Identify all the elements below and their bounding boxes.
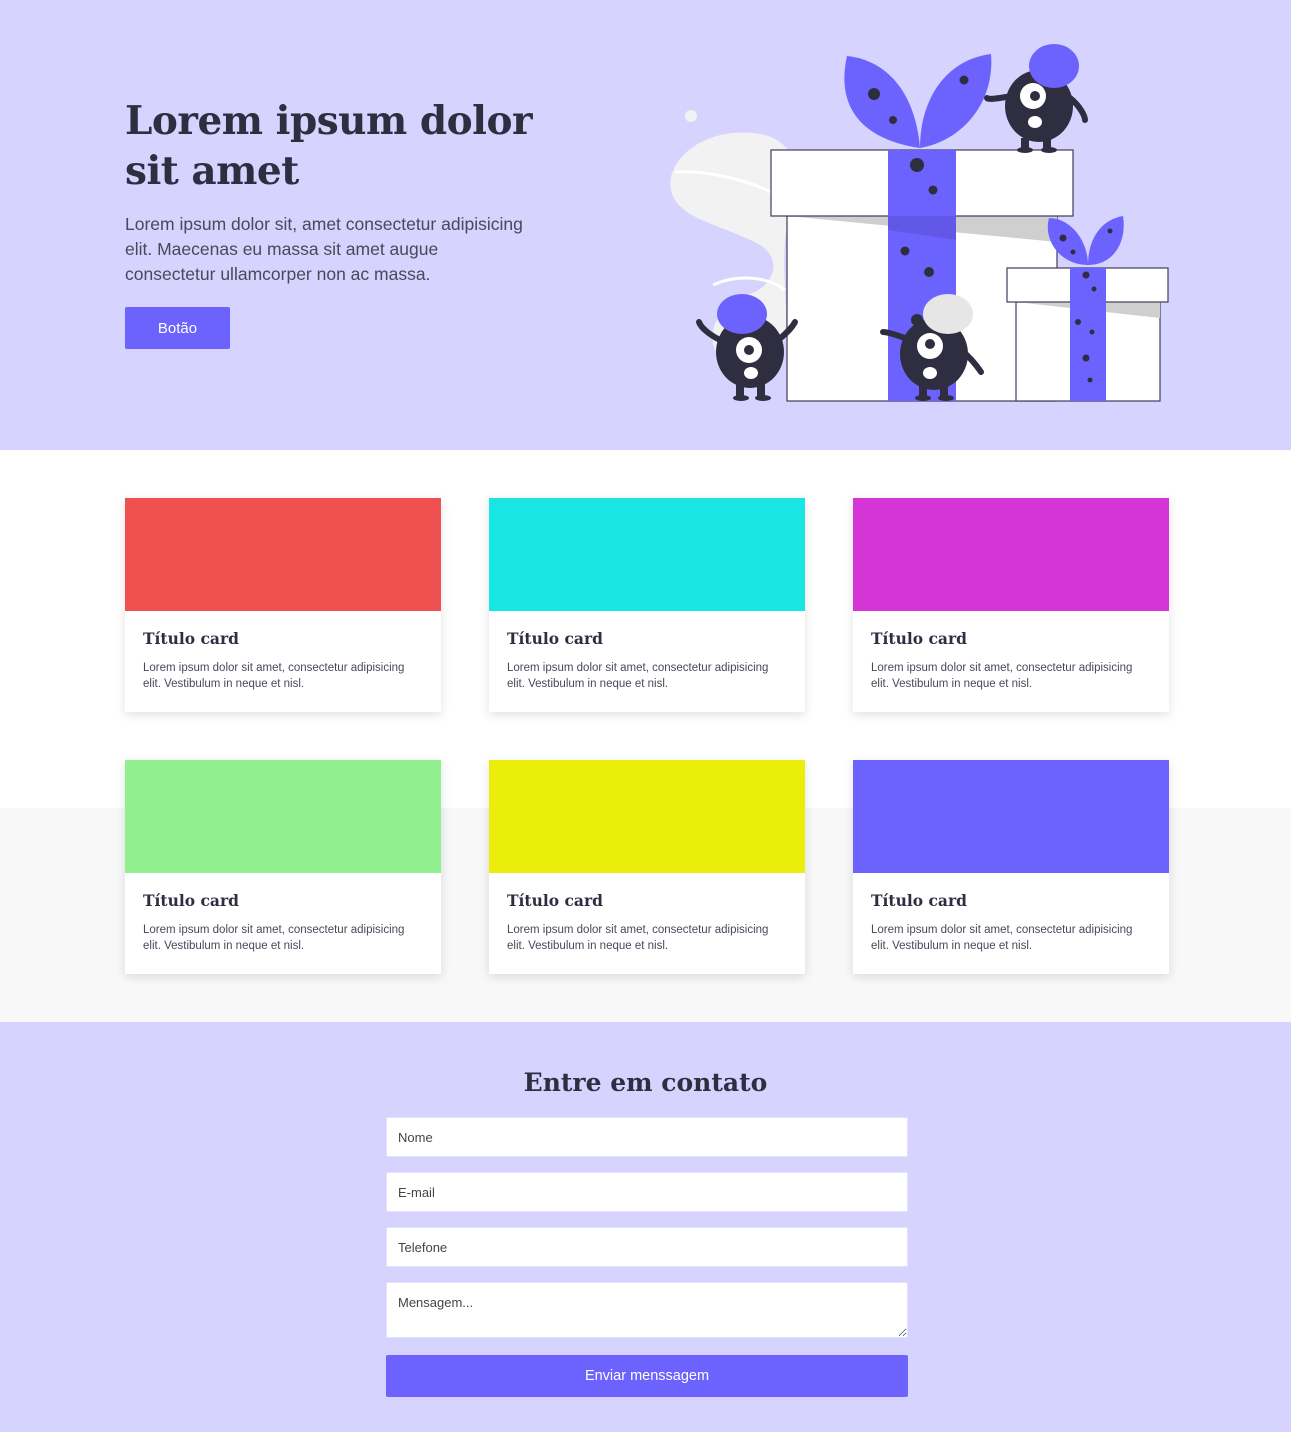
card[interactable]: Título card Lorem ipsum dolor sit amet, … bbox=[125, 760, 441, 974]
card-color-block bbox=[125, 760, 441, 873]
contact-title: Entre em contato bbox=[523, 1068, 768, 1097]
email-field[interactable] bbox=[386, 1172, 908, 1212]
card-text: Lorem ipsum dolor sit amet, consectetur … bbox=[871, 662, 1133, 690]
card[interactable]: Título card Lorem ipsum dolor sit amet, … bbox=[125, 498, 441, 712]
card-text: Lorem ipsum dolor sit amet, consectetur … bbox=[143, 924, 405, 952]
send-message-button[interactable]: Enviar menssagem bbox=[386, 1355, 908, 1397]
card[interactable]: Título card Lorem ipsum dolor sit amet, … bbox=[853, 498, 1169, 712]
message-field[interactable] bbox=[386, 1282, 908, 1338]
card-text: Lorem ipsum dolor sit amet, consectetur … bbox=[507, 662, 769, 690]
phone-field[interactable] bbox=[386, 1227, 908, 1267]
card-color-block bbox=[489, 760, 805, 873]
card-text: Lorem ipsum dolor sit amet, consectetur … bbox=[871, 924, 1133, 952]
card-title: Título card bbox=[871, 891, 967, 910]
card-title: Título card bbox=[507, 629, 603, 648]
card-title: Título card bbox=[507, 891, 603, 910]
card-text: Lorem ipsum dolor sit amet, consectetur … bbox=[143, 662, 405, 690]
card[interactable]: Título card Lorem ipsum dolor sit amet, … bbox=[489, 498, 805, 712]
card-color-block bbox=[125, 498, 441, 611]
card-color-block bbox=[853, 498, 1169, 611]
card-color-block bbox=[853, 760, 1169, 873]
card-color-block bbox=[489, 498, 805, 611]
hero-button[interactable]: Botão bbox=[125, 307, 230, 349]
gift-boxes-illustration bbox=[670, 44, 1169, 402]
card-title: Título card bbox=[871, 629, 967, 648]
card-title: Título card bbox=[143, 891, 239, 910]
card[interactable]: Título card Lorem ipsum dolor sit amet, … bbox=[489, 760, 805, 974]
card[interactable]: Título card Lorem ipsum dolor sit amet, … bbox=[853, 760, 1169, 974]
hero-section: Lorem ipsum dolor sit amet Lorem ipsum d… bbox=[0, 0, 1291, 450]
contact-section: Entre em contato Enviar menssagem bbox=[0, 1022, 1291, 1432]
hero-description: Lorem ipsum dolor sit, amet consectetur … bbox=[125, 214, 523, 284]
name-field[interactable] bbox=[386, 1117, 908, 1157]
card-text: Lorem ipsum dolor sit amet, consectetur … bbox=[507, 924, 769, 952]
hero-title: Lorem ipsum dolor sit amet bbox=[125, 98, 533, 194]
card-title: Título card bbox=[143, 629, 239, 648]
